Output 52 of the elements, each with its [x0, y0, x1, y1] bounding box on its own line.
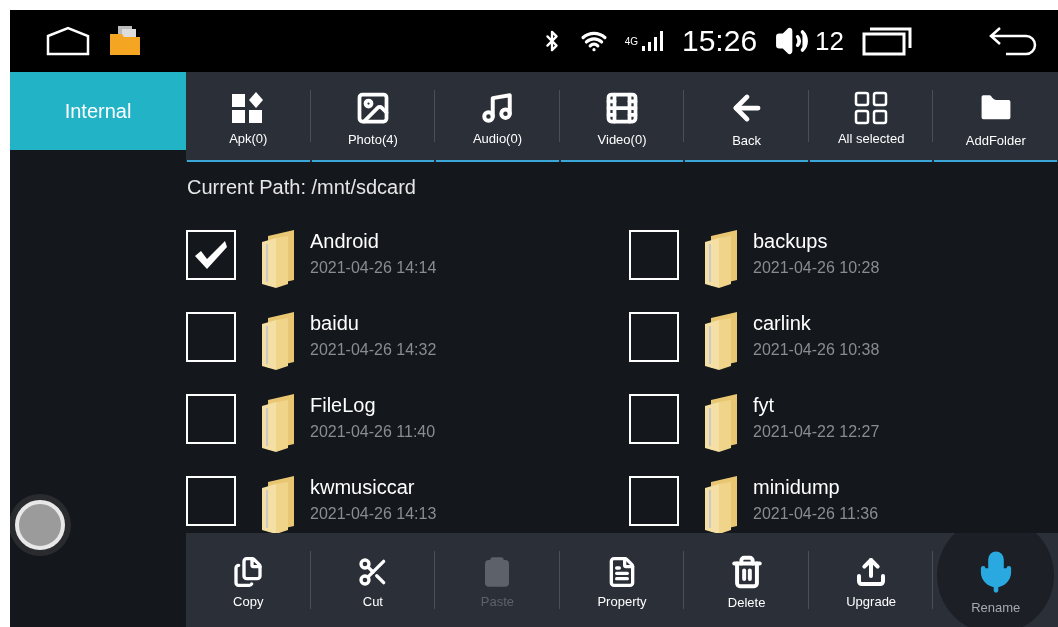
file-date: 2021-04-26 10:38: [753, 341, 880, 359]
clock-time: 15:26: [682, 24, 758, 58]
action-button[interactable]: Copy: [187, 533, 310, 627]
action-button[interactable]: Delete: [685, 533, 808, 627]
checkbox[interactable]: [186, 312, 236, 362]
folder-pictures-icon[interactable]: [108, 26, 142, 56]
file-name[interactable]: Android: [310, 230, 437, 253]
checkbox[interactable]: [629, 476, 679, 526]
checkbox[interactable]: [186, 394, 236, 444]
apps-icon: [231, 90, 266, 125]
toolbar-button[interactable]: All selected: [809, 72, 933, 162]
file-name[interactable]: carlink: [753, 312, 880, 335]
signal-icon: [642, 31, 664, 51]
checkbox[interactable]: [629, 394, 679, 444]
toolbar-button[interactable]: Video(0): [560, 72, 684, 162]
file-name[interactable]: minidump: [753, 476, 879, 499]
toolbar-button[interactable]: AddFolder: [934, 72, 1058, 162]
copy-icon: [232, 555, 265, 588]
checkbox[interactable]: [186, 230, 236, 280]
action-button[interactable]: Property: [560, 533, 684, 627]
file-name[interactable]: FileLog: [310, 394, 436, 417]
checkbox[interactable]: [186, 476, 236, 526]
action-button[interactable]: Cut: [311, 533, 435, 627]
trash-icon: [729, 554, 764, 589]
file-name[interactable]: kwmusiccar: [310, 476, 437, 499]
network-label: 4G: [624, 35, 638, 47]
action-button[interactable]: Upgrade: [809, 533, 933, 627]
current-path: Current Path: /mnt/sdcard: [186, 175, 417, 200]
grid-icon: [854, 90, 889, 125]
file-name[interactable]: baidu: [310, 312, 437, 335]
file-name[interactable]: fyt: [753, 394, 880, 417]
toolbar-button[interactable]: Apk(0): [187, 72, 310, 162]
checkbox[interactable]: [629, 230, 679, 280]
home-icon[interactable]: [46, 26, 90, 56]
file-date: 2021-04-26 14:32: [310, 341, 437, 359]
file-date: 2021-04-26 11:36: [753, 505, 879, 523]
checkbox[interactable]: [629, 312, 679, 362]
file-date: 2021-04-22 12:27: [753, 423, 880, 441]
toolbar-button[interactable]: Audio(0): [436, 72, 559, 162]
file-name[interactable]: backups: [753, 230, 880, 253]
upload-icon: [855, 555, 888, 588]
checkmark-icon: [193, 239, 229, 271]
file-date: 2021-04-26 10:28: [753, 259, 880, 277]
toolbar-button[interactable]: Back: [685, 72, 808, 162]
file-date: 2021-04-26 14:14: [310, 259, 437, 277]
toolbar-button[interactable]: Photo(4): [311, 72, 435, 162]
recent-apps-icon[interactable]: [862, 26, 912, 56]
back-icon[interactable]: [988, 26, 1038, 56]
volume-level: 12: [815, 25, 844, 57]
file-date: 2021-04-26 11:40: [310, 423, 436, 441]
file-date: 2021-04-26 14:13: [310, 505, 437, 523]
music-icon: [480, 90, 515, 125]
